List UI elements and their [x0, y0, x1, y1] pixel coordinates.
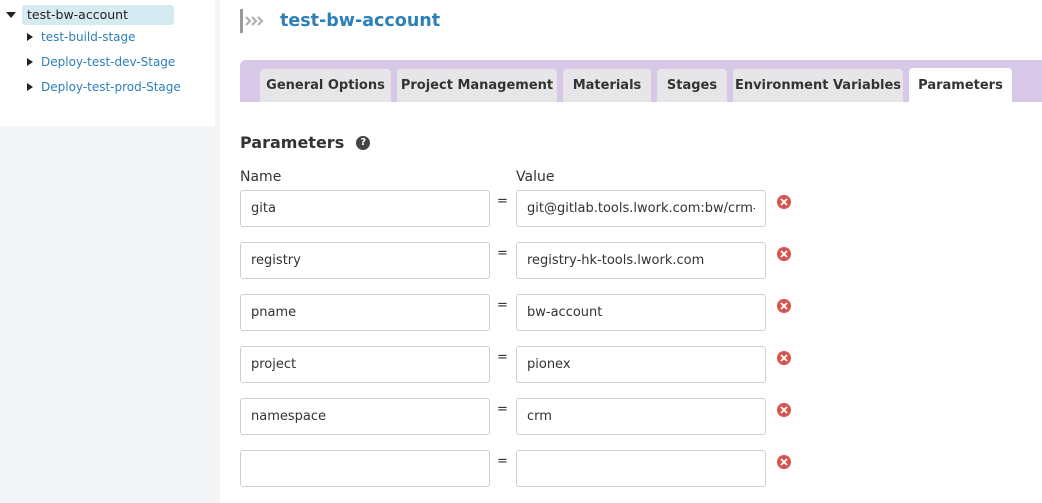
- parameter-value-input[interactable]: [516, 242, 766, 279]
- section-heading: Parameters ?: [240, 133, 371, 152]
- tree-item-stage[interactable]: Deploy-test-dev-Stage: [27, 53, 175, 71]
- parameter-row: =: [240, 346, 800, 384]
- section-title: Parameters: [240, 133, 345, 152]
- equals-sign: =: [497, 298, 508, 313]
- pipeline-tree: test-bw-account test-build-stage Deploy-…: [0, 0, 215, 126]
- tree-root-row[interactable]: test-bw-account: [6, 5, 174, 25]
- page-title[interactable]: test-bw-account: [280, 11, 440, 31]
- parameter-row: =: [240, 398, 800, 436]
- name-column-label: Name: [240, 169, 282, 185]
- tab-stages[interactable]: Stages: [657, 69, 727, 102]
- question-circle-icon[interactable]: ?: [356, 135, 371, 150]
- parameter-row: =: [240, 450, 800, 488]
- parameter-row: =: [240, 242, 800, 280]
- tab-bar: General Options Project Management Mater…: [240, 60, 1042, 102]
- equals-sign: =: [497, 402, 508, 417]
- tab-project-management[interactable]: Project Management: [397, 69, 557, 102]
- parameter-value-input[interactable]: [516, 450, 766, 487]
- tab-materials[interactable]: Materials: [563, 69, 651, 102]
- equals-sign: =: [497, 246, 508, 261]
- parameter-value-input[interactable]: [516, 346, 766, 383]
- equals-sign: =: [497, 194, 508, 209]
- caret-right-icon[interactable]: [27, 83, 33, 91]
- parameter-row: =: [240, 294, 800, 332]
- parameter-name-input[interactable]: [240, 190, 490, 227]
- tree-root-pipeline[interactable]: test-bw-account: [22, 5, 174, 25]
- remove-circle-icon[interactable]: [777, 455, 791, 469]
- parameter-value-input[interactable]: [516, 190, 766, 227]
- remove-circle-icon[interactable]: [777, 299, 791, 313]
- remove-circle-icon[interactable]: [777, 351, 791, 365]
- tree-item-stage[interactable]: Deploy-test-prod-Stage: [27, 78, 181, 96]
- remove-circle-icon[interactable]: [777, 195, 791, 209]
- parameter-name-input[interactable]: [240, 294, 490, 331]
- page-header: test-bw-account: [240, 8, 440, 34]
- remove-circle-icon[interactable]: [777, 403, 791, 417]
- remove-circle-icon[interactable]: [777, 247, 791, 261]
- parameter-value-input[interactable]: [516, 398, 766, 435]
- parameter-row: =: [240, 190, 800, 228]
- parameter-name-input[interactable]: [240, 450, 490, 487]
- parameter-name-input[interactable]: [240, 242, 490, 279]
- parameter-name-input[interactable]: [240, 398, 490, 435]
- tree-item-stage[interactable]: test-build-stage: [27, 28, 136, 46]
- tab-parameters[interactable]: Parameters: [909, 68, 1012, 102]
- tree-item-label[interactable]: Deploy-test-dev-Stage: [41, 55, 175, 69]
- parameter-name-input[interactable]: [240, 346, 490, 383]
- caret-down-icon[interactable]: [6, 12, 16, 18]
- equals-sign: =: [497, 350, 508, 365]
- caret-right-icon[interactable]: [27, 33, 33, 41]
- equals-sign: =: [497, 454, 508, 469]
- value-column-label: Value: [516, 169, 555, 185]
- sidebar: test-bw-account test-build-stage Deploy-…: [0, 0, 220, 503]
- parameter-value-input[interactable]: [516, 294, 766, 331]
- chevron-steps-icon: [240, 9, 266, 33]
- tree-item-label[interactable]: Deploy-test-prod-Stage: [41, 80, 181, 94]
- caret-right-icon[interactable]: [27, 58, 33, 66]
- tab-environment-variables[interactable]: Environment Variables: [733, 69, 903, 102]
- tab-general-options[interactable]: General Options: [260, 69, 391, 102]
- tree-item-label[interactable]: test-build-stage: [41, 30, 136, 44]
